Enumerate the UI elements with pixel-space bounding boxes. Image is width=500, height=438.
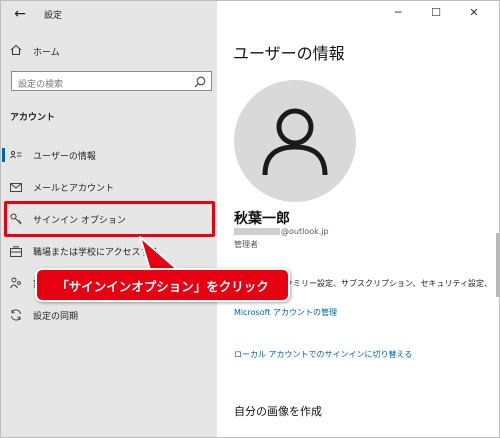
family-icon xyxy=(9,277,23,289)
manage-account-link[interactable]: Microsoft アカウントの管理 xyxy=(234,307,337,318)
instruction-callout: 「サインインオプション」をクリック xyxy=(35,268,290,302)
sidebar-item-email-accounts[interactable]: メールとアカウント xyxy=(2,176,216,198)
sidebar-item-label: ユーザーの情報 xyxy=(33,151,96,162)
home-icon xyxy=(9,44,23,59)
avatar xyxy=(234,80,356,202)
create-picture-heading: 自分の画像を作成 xyxy=(234,405,322,418)
user-role: 管理者 xyxy=(234,240,258,249)
email-suffix: @outlook.jp xyxy=(281,227,329,236)
window-controls: ─ ☐ ✕ xyxy=(379,5,493,21)
page-title: ユーザーの情報 xyxy=(233,44,345,63)
sign-in-options-highlight xyxy=(4,201,215,237)
sidebar-item-label: 職場または学校にアクセスする xyxy=(33,247,159,258)
user-email: @outlook.jp xyxy=(234,227,329,236)
callout-text: 「サインインオプション」をクリック xyxy=(56,278,269,294)
maximize-button[interactable]: ☐ xyxy=(417,5,455,21)
redacted-email-part xyxy=(234,228,280,235)
back-arrow-icon[interactable]: ← xyxy=(9,5,31,23)
home-label: ホーム xyxy=(33,47,60,58)
sidebar-item-work-school[interactable]: 職場または学校にアクセスする xyxy=(2,240,216,262)
close-button[interactable]: ✕ xyxy=(455,5,493,21)
scrollbar[interactable] xyxy=(496,233,499,297)
person-card-icon xyxy=(9,150,23,160)
minimize-button[interactable]: ─ xyxy=(379,5,417,21)
search-box[interactable] xyxy=(11,71,212,94)
search-icon[interactable] xyxy=(193,74,207,88)
sync-icon xyxy=(9,309,23,321)
mail-icon xyxy=(9,182,23,192)
search-input[interactable] xyxy=(12,76,187,94)
section-header-accounts: アカウント xyxy=(10,113,56,123)
family-settings-text: ァミリー設定、サブスクリプション、セキュリティ設定、 xyxy=(285,279,493,288)
sidebar-item-user-info[interactable]: ユーザーの情報 xyxy=(2,144,216,166)
sidebar-item-label: 設定の同期 xyxy=(33,311,79,322)
person-icon xyxy=(262,108,328,176)
main-content: ─ ☐ ✕ ユーザーの情報 秋葉一郎 @outlook.jp 管理者 ァミリー設… xyxy=(217,1,499,437)
sidebar-item-home[interactable]: ホーム xyxy=(9,42,60,60)
user-name: 秋葉一郎 xyxy=(234,211,290,227)
app-title: 設定 xyxy=(44,11,63,21)
sidebar-item-label: メールとアカウント xyxy=(33,183,115,194)
switch-local-account-link[interactable]: ローカル アカウントでのサインインに切り替える xyxy=(234,349,412,360)
sidebar-item-sync[interactable]: 設定の同期 xyxy=(2,304,216,326)
briefcase-icon xyxy=(9,245,23,257)
